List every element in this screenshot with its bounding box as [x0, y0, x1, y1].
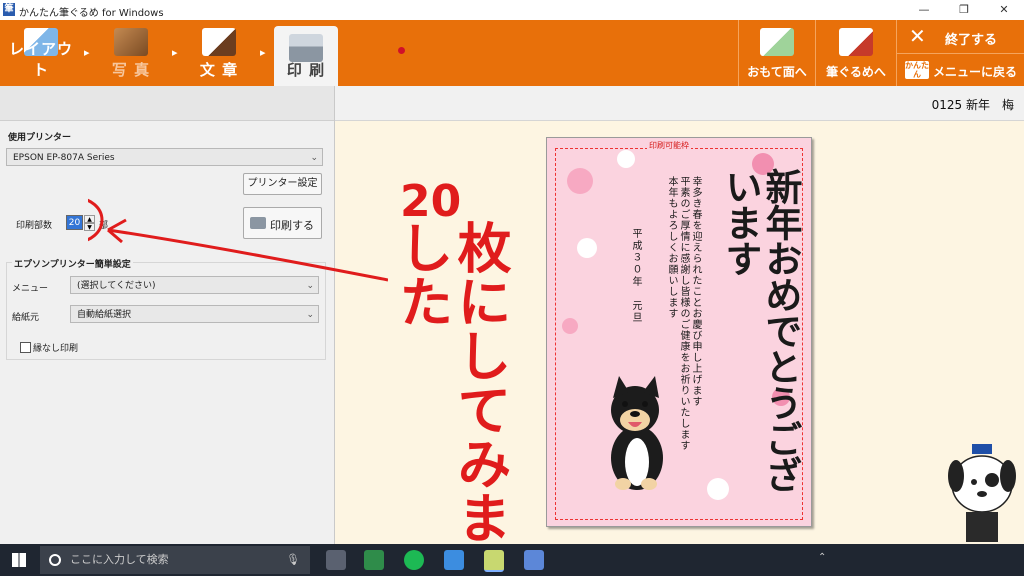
- menu-back-button[interactable]: かんたん メニューに戻る: [896, 54, 1024, 86]
- windows-start-icon[interactable]: [12, 553, 26, 567]
- postcard-icon: [760, 28, 794, 56]
- taskbar-search-input[interactable]: ここに入力して検索 🎙: [40, 546, 310, 574]
- paper-select[interactable]: 自動給紙選択 ⌄: [70, 305, 319, 323]
- date-text: 平成３０年 元旦: [630, 228, 641, 324]
- step-layout[interactable]: レイアウト: [8, 20, 74, 86]
- window-title: かんたん筆ぐるめ for Windows: [19, 8, 164, 19]
- printable-area-label: 印刷可能枠: [647, 140, 691, 151]
- step-label: 印 刷: [286, 61, 326, 79]
- chevron-up-icon[interactable]: ⌃: [818, 552, 826, 563]
- windows-taskbar: ここに入力して検索 🎙 ⌃: [0, 544, 1024, 576]
- document-header: 0125 新年 梅: [335, 86, 1024, 121]
- panel-header: [0, 86, 334, 121]
- photo-icon: [114, 28, 148, 56]
- printer-icon: [289, 34, 323, 62]
- step-label: レイアウト: [8, 40, 73, 79]
- annotation-text: 枚にしてみました: [390, 220, 511, 544]
- app-icon[interactable]: [524, 550, 544, 570]
- recording-dot: [398, 47, 405, 54]
- minimize-button[interactable]: —: [904, 0, 944, 20]
- browser-icon[interactable]: [444, 550, 464, 570]
- paper-value: 自動給紙選択: [77, 310, 132, 320]
- step-print[interactable]: 印 刷: [274, 26, 338, 86]
- chevron-right-icon: ▸: [172, 46, 178, 59]
- chevron-right-icon: ▸: [260, 46, 266, 59]
- maximize-button[interactable]: ❐: [944, 0, 984, 20]
- paper-label: 給紙元: [12, 313, 40, 323]
- chevron-right-icon: ▸: [84, 46, 90, 59]
- exit-button[interactable]: ✕ 終了する: [896, 20, 1024, 54]
- search-placeholder: ここに入力して検索: [70, 553, 169, 566]
- text-icon: [202, 28, 236, 56]
- app-icon: 筆: [3, 3, 15, 16]
- shiba-dog-illustration: [611, 376, 663, 490]
- step-label: 写 真: [111, 61, 151, 79]
- greeting-text: 新年おめでとうございます: [719, 168, 803, 492]
- fudegurume-button[interactable]: 筆ぐるめへ: [815, 20, 896, 86]
- annotation-circle-arrow: [88, 198, 388, 282]
- chevron-down-icon: ⌄: [310, 153, 318, 163]
- kantan-badge-icon: かんたん: [905, 61, 929, 79]
- omote-label: おもて面へ: [747, 65, 807, 79]
- menu-label: メニュー: [12, 284, 49, 294]
- fudegurume-task-icon[interactable]: [484, 550, 504, 572]
- cortana-icon: [49, 554, 61, 566]
- step-text[interactable]: 文 章: [186, 20, 252, 86]
- close-button[interactable]: ✕: [984, 0, 1024, 20]
- borderless-checkbox[interactable]: [20, 342, 31, 353]
- printer-label: 使用プリンター: [8, 133, 72, 143]
- music-app-icon[interactable]: [404, 550, 424, 570]
- menu-back-label: メニューに戻る: [933, 65, 1018, 79]
- copies-label: 印刷部数: [16, 221, 53, 231]
- title-bar: 筆 かんたん筆ぐるめ for Windows — ❐ ✕: [0, 0, 1024, 20]
- brush-icon: [839, 28, 873, 56]
- main-toolbar: レイアウト ▸ 写 真 ▸ 文 章 ▸ 印 刷 おもて面へ 筆ぐるめへ: [0, 20, 1024, 86]
- step-label: 文 章: [199, 61, 239, 79]
- exit-label: 終了する: [945, 33, 998, 48]
- omote-button[interactable]: おもて面へ: [738, 20, 815, 86]
- close-icon: ✕: [909, 24, 926, 48]
- mascot-dog-icon: [948, 444, 1016, 542]
- chevron-down-icon: ⌄: [306, 310, 314, 320]
- microphone-icon[interactable]: 🎙: [286, 546, 300, 574]
- fudegurume-label: 筆ぐるめへ: [826, 65, 886, 79]
- copies-input[interactable]: 20: [66, 215, 83, 230]
- postcard-preview: 印刷可能枠 新年おめでとうございます 幸多き春を迎えられたことお慶び申し上げます…: [546, 137, 812, 527]
- document-name: 0125 新年 梅: [931, 98, 1014, 112]
- borderless-label: 縁なし印刷: [33, 344, 79, 354]
- step-photo[interactable]: 写 真: [98, 20, 164, 86]
- printer-select[interactable]: EPSON EP-807A Series ⌄: [6, 148, 323, 166]
- printer-value: EPSON EP-807A Series: [13, 153, 115, 163]
- app-icon[interactable]: [364, 550, 384, 570]
- task-view-icon[interactable]: [326, 550, 346, 570]
